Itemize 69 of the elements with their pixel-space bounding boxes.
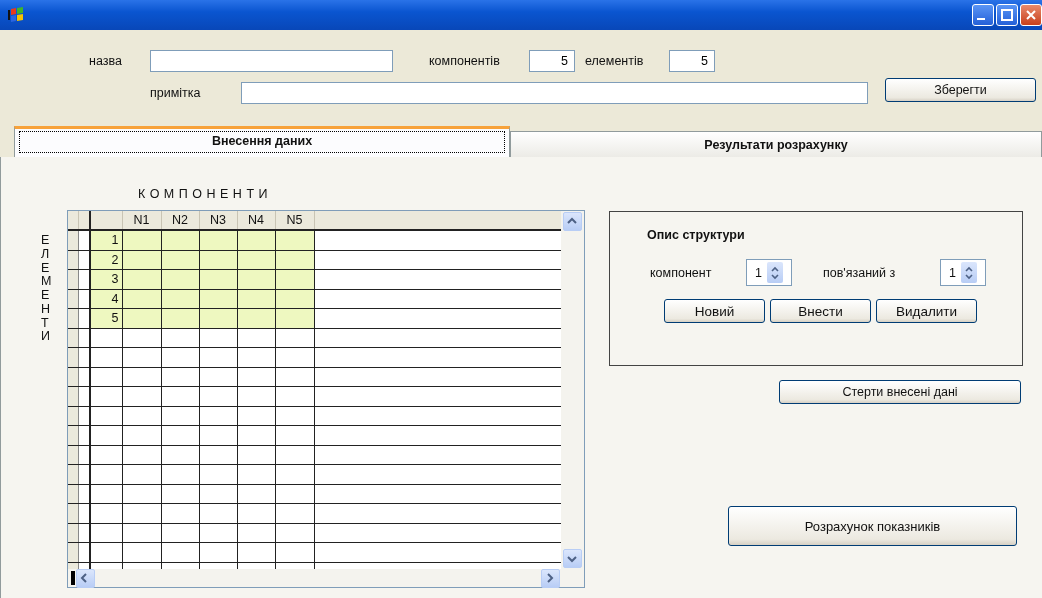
spin-arrows-icon[interactable] [960, 262, 977, 283]
scroll-down-button[interactable] [562, 549, 582, 568]
scroll-up-button[interactable] [562, 212, 582, 231]
column-header: N5 [275, 211, 315, 229]
close-icon [1025, 9, 1037, 21]
close-button[interactable] [1020, 4, 1042, 26]
row-number-cell: 1 [90, 231, 123, 250]
row-number-cell: 3 [90, 270, 123, 289]
table-cell[interactable] [237, 309, 276, 328]
table-cell[interactable] [275, 231, 315, 250]
table-cell[interactable] [122, 231, 162, 250]
maximize-button[interactable] [996, 4, 1018, 26]
panel-button[interactable]: Внести [770, 299, 871, 323]
row-selector[interactable] [67, 406, 79, 425]
table-cell[interactable] [161, 231, 200, 250]
linked-spinner[interactable]: 1 [940, 259, 986, 286]
table-cell[interactable] [199, 270, 238, 289]
row-group-title: ЕЛЕМЕНТИ [41, 234, 53, 344]
tab[interactable]: Внесення даних [14, 126, 510, 157]
table-cell[interactable] [161, 309, 200, 328]
scroll-left-button[interactable] [75, 568, 95, 588]
components-label: компонентів [429, 54, 501, 68]
column-header: N4 [237, 211, 276, 229]
row-selector[interactable] [67, 250, 79, 269]
row-selector[interactable] [67, 289, 79, 308]
linked-label: пов'язаний з [823, 265, 897, 280]
note-field[interactable] [241, 82, 868, 104]
table-cell[interactable] [199, 231, 238, 250]
elements-label: елементів [585, 54, 645, 68]
name-label: назва [89, 54, 123, 68]
note-label: примітка [150, 86, 202, 100]
panel-button[interactable]: Новий [664, 299, 765, 323]
maximize-icon [1001, 9, 1013, 21]
chevron-right-icon [544, 572, 556, 584]
table-cell[interactable] [275, 270, 315, 289]
row-selector[interactable] [67, 445, 79, 464]
panel-button[interactable]: Видалити [876, 299, 977, 323]
table-cell[interactable] [275, 309, 315, 328]
save-button[interactable]: Зберегти [885, 78, 1036, 102]
clear-data-button[interactable]: Стерти внесені дані [779, 380, 1021, 404]
minimize-button[interactable] [972, 4, 994, 26]
windows-flag-icon [8, 7, 26, 23]
component-label: компонент [650, 265, 713, 280]
scroll-right-button[interactable] [540, 568, 560, 588]
minimize-icon [977, 18, 985, 20]
table-cell[interactable] [237, 231, 276, 250]
row-selector[interactable] [67, 484, 79, 503]
spin-arrows-icon[interactable] [766, 262, 783, 283]
cursor-mark [70, 571, 75, 585]
column-header: N2 [161, 211, 200, 229]
table-cell[interactable] [161, 270, 200, 289]
column-group-title: КОМПОНЕНТИ [138, 187, 273, 203]
column-header: N3 [199, 211, 238, 229]
panel-title: Опис структури [647, 228, 746, 242]
table-cell[interactable] [122, 309, 162, 328]
elements-field[interactable]: 5 [669, 50, 715, 72]
row-selector[interactable] [67, 367, 79, 386]
components-field[interactable]: 5 [529, 50, 575, 72]
table-cell[interactable] [199, 309, 238, 328]
calculate-button[interactable]: Розрахунок показників [728, 506, 1017, 546]
row-selector[interactable] [67, 523, 79, 542]
component-spinner[interactable]: 1 [746, 259, 792, 286]
row-selector[interactable] [67, 328, 79, 347]
column-header: N1 [122, 211, 162, 229]
name-field[interactable] [150, 50, 393, 72]
tab[interactable]: Результати розрахунку [510, 131, 1042, 157]
table-cell[interactable] [237, 270, 276, 289]
row-number-cell: 5 [90, 309, 123, 328]
table-cell[interactable] [122, 270, 162, 289]
